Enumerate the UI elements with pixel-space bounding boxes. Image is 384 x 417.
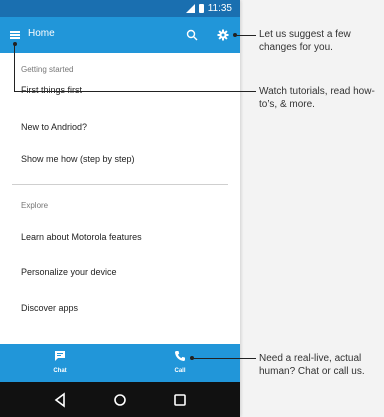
callout-line-menu-vertical xyxy=(14,44,15,91)
list-item-learn-motorola[interactable]: Learn about Motorola features xyxy=(21,232,142,242)
search-icon[interactable] xyxy=(186,29,198,41)
divider xyxy=(12,184,228,185)
chat-icon xyxy=(55,351,65,361)
menu-icon[interactable] xyxy=(10,31,20,39)
chat-label: Chat xyxy=(53,368,67,374)
chat-button[interactable]: Chat xyxy=(0,344,120,382)
status-time: 11:35 xyxy=(207,3,232,14)
phone-icon xyxy=(175,351,185,361)
list-item-new-to-android[interactable]: New to Andriod? xyxy=(21,122,87,132)
bottom-action-bar: Chat Call xyxy=(0,344,240,382)
signal-icon xyxy=(185,4,195,13)
callout-line-settings xyxy=(236,35,256,36)
list-item-discover-apps[interactable]: Discover apps xyxy=(21,303,78,313)
back-icon[interactable] xyxy=(50,390,70,410)
recents-icon[interactable] xyxy=(170,390,190,410)
list-item-show-me-how[interactable]: Show me how (step by step) xyxy=(21,154,135,164)
call-button[interactable]: Call xyxy=(120,344,240,382)
battery-icon xyxy=(198,4,204,13)
callout-settings: Let us suggest a few changes for you. xyxy=(259,29,351,53)
app-bar: Home xyxy=(0,17,240,53)
list-item-personalize[interactable]: Personalize your device xyxy=(21,267,117,277)
home-icon[interactable] xyxy=(110,390,130,410)
callout-line-call xyxy=(193,358,256,359)
call-label: Call xyxy=(174,368,186,374)
section-header-getting-started: Getting started xyxy=(21,65,74,74)
callout-line-menu xyxy=(14,91,256,92)
status-bar: 11:35 xyxy=(0,0,240,17)
section-header-explore: Explore xyxy=(21,201,49,210)
gear-icon[interactable] xyxy=(217,29,229,41)
navigation-bar xyxy=(0,382,240,417)
page-title: Home xyxy=(28,28,55,39)
phone-screen: 11:35 Home Getting started First things … xyxy=(0,0,240,417)
list-item-first-things-first[interactable]: First things first xyxy=(21,85,82,95)
callout-menu: Watch tutorials, read how-to’s, & more. xyxy=(259,86,375,110)
callout-call: Need a real-live, actual human? Chat or … xyxy=(259,353,365,377)
